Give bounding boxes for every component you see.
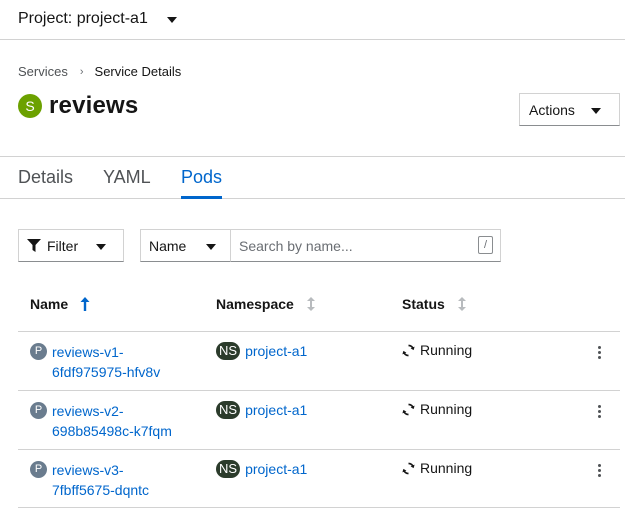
pod-name-cell: P reviews-v1- 6fdf975975-hfv8v: [30, 342, 192, 382]
namespace-link[interactable]: project-a1: [245, 343, 307, 359]
pod-name-cell: P reviews-v3- 7fbff5675-dqntc: [30, 460, 192, 500]
namespace-resource-badge: NS: [216, 342, 241, 360]
namespace-resource-badge: NS: [216, 460, 241, 478]
status-cell: Running: [402, 342, 472, 358]
sync-icon: [402, 462, 415, 474]
column-header-label: Status: [402, 296, 445, 312]
pod-name-link[interactable]: reviews-v1- 6fdf975975-hfv8v: [52, 342, 192, 382]
keyboard-shortcut-hint: /: [478, 236, 493, 254]
table-row: P reviews-v3- 7fbff5675-dqntc NS project-…: [18, 449, 620, 508]
namespace-link[interactable]: project-a1: [245, 461, 307, 477]
pod-name-link[interactable]: reviews-v3- 7fbff5675-dqntc: [52, 460, 192, 500]
table-row: P reviews-v2- 698b85498c-k7fqm NS project…: [18, 390, 620, 449]
pod-name-line: 7fbff5675-dqntc: [52, 482, 150, 498]
project-bar: Project: project-a1: [0, 0, 625, 40]
project-selector[interactable]: Project: project-a1: [18, 8, 177, 30]
row-actions-kebab-icon[interactable]: [595, 346, 603, 364]
namespace-resource-badge: NS: [216, 401, 241, 419]
tab-yaml[interactable]: YAML: [103, 157, 151, 199]
breadcrumb-services-link[interactable]: Services: [18, 64, 68, 79]
pod-name-cell: P reviews-v2- 698b85498c-k7fqm: [30, 401, 192, 441]
caret-down-icon: [96, 244, 106, 250]
tab-bar: Details YAML Pods: [0, 156, 625, 199]
caret-down-icon: [166, 16, 177, 23]
column-header-label: Name: [30, 296, 69, 312]
breadcrumb-current: Service Details: [94, 64, 182, 79]
status-text: Running: [420, 342, 473, 358]
caret-down-icon: [206, 244, 216, 250]
service-resource-badge: S: [18, 94, 42, 118]
status-cell: Running: [402, 460, 472, 476]
sync-icon: [402, 344, 415, 356]
row-actions-kebab-icon[interactable]: [595, 405, 603, 423]
namespace-cell: NS project-a1: [216, 460, 307, 478]
tab-details[interactable]: Details: [18, 157, 73, 199]
caret-down-icon: [591, 108, 601, 114]
namespace-link[interactable]: project-a1: [245, 402, 307, 418]
column-header-label: Namespace: [216, 296, 294, 312]
pod-resource-badge: P: [30, 461, 47, 478]
page-title: reviews: [49, 92, 139, 119]
filter-dropdown-label: Filter: [47, 237, 79, 254]
status-text: Running: [420, 401, 473, 417]
pod-resource-badge: P: [30, 402, 47, 419]
row-actions-kebab-icon[interactable]: [595, 464, 603, 482]
filter-field-select[interactable]: Name: [140, 229, 231, 262]
status-text: Running: [420, 460, 473, 476]
actions-dropdown[interactable]: Actions: [519, 93, 620, 126]
column-header-status[interactable]: Status: [402, 296, 467, 312]
pod-name-line: 6fdf975975-hfv8v: [52, 364, 161, 380]
actions-dropdown-label: Actions: [529, 101, 575, 118]
project-selector-label: Project: project-a1: [18, 10, 148, 27]
breadcrumb: Services › Service Details: [18, 64, 181, 79]
table-row: P reviews-v1- 6fdf975975-hfv8v NS project…: [18, 331, 620, 390]
filter-dropdown[interactable]: Filter: [18, 229, 124, 262]
pod-name-line: 698b85498c-k7fqm: [52, 423, 172, 439]
sort-icon: [306, 297, 315, 311]
sync-icon: [402, 403, 415, 415]
namespace-cell: NS project-a1: [216, 342, 307, 360]
filter-field-label: Name: [149, 237, 187, 254]
sort-ascending-icon: [80, 297, 90, 311]
page-heading: S reviews: [18, 92, 138, 120]
column-header-namespace[interactable]: Namespace: [216, 296, 316, 312]
namespace-cell: NS project-a1: [216, 401, 307, 419]
status-cell: Running: [402, 401, 472, 417]
pod-name-line: reviews-v1-: [52, 344, 124, 360]
pod-name-line: reviews-v2-: [52, 403, 124, 419]
search-box: /: [231, 229, 501, 262]
pod-name-line: reviews-v3-: [52, 462, 124, 478]
sort-icon: [457, 297, 466, 311]
chevron-right-icon: ›: [79, 65, 84, 78]
search-input[interactable]: [231, 230, 461, 261]
tab-pods[interactable]: Pods: [181, 157, 223, 199]
filter-icon: [27, 239, 41, 252]
pod-name-link[interactable]: reviews-v2- 698b85498c-k7fqm: [52, 401, 192, 441]
pod-resource-badge: P: [30, 343, 47, 360]
column-header-name[interactable]: Name: [30, 296, 90, 312]
